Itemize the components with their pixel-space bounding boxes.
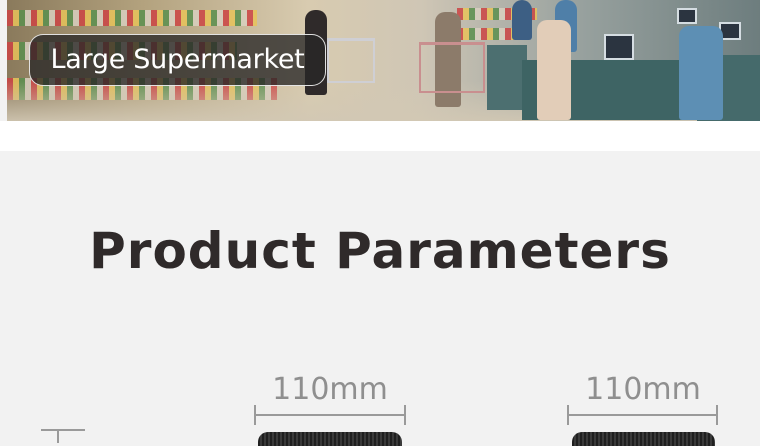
section-divider <box>0 121 760 151</box>
dimension-tick <box>716 405 718 425</box>
shopper-figure <box>512 0 532 40</box>
width-dimension-label: 110mm <box>585 372 701 407</box>
width-dimension-label: 110mm <box>272 372 388 407</box>
shelf-row <box>7 10 257 26</box>
height-dimension-line <box>57 429 59 443</box>
height-dimension-tick <box>41 429 85 431</box>
scene-label: Large Supermarket <box>29 34 326 86</box>
dimension-line <box>568 414 717 416</box>
device-top-view <box>572 432 715 446</box>
dimension-tick <box>404 405 406 425</box>
checkout-counter <box>487 45 527 110</box>
pos-monitor-icon <box>604 34 634 60</box>
cashier-figure <box>679 26 723 120</box>
pos-monitor-icon <box>677 8 697 24</box>
shopper-figure <box>537 20 571 120</box>
shopping-cart-icon <box>327 38 375 83</box>
section-title: Product Parameters <box>89 222 671 280</box>
dimension-line <box>255 414 405 416</box>
device-top-view <box>258 432 402 446</box>
shopping-cart-icon <box>419 42 485 93</box>
